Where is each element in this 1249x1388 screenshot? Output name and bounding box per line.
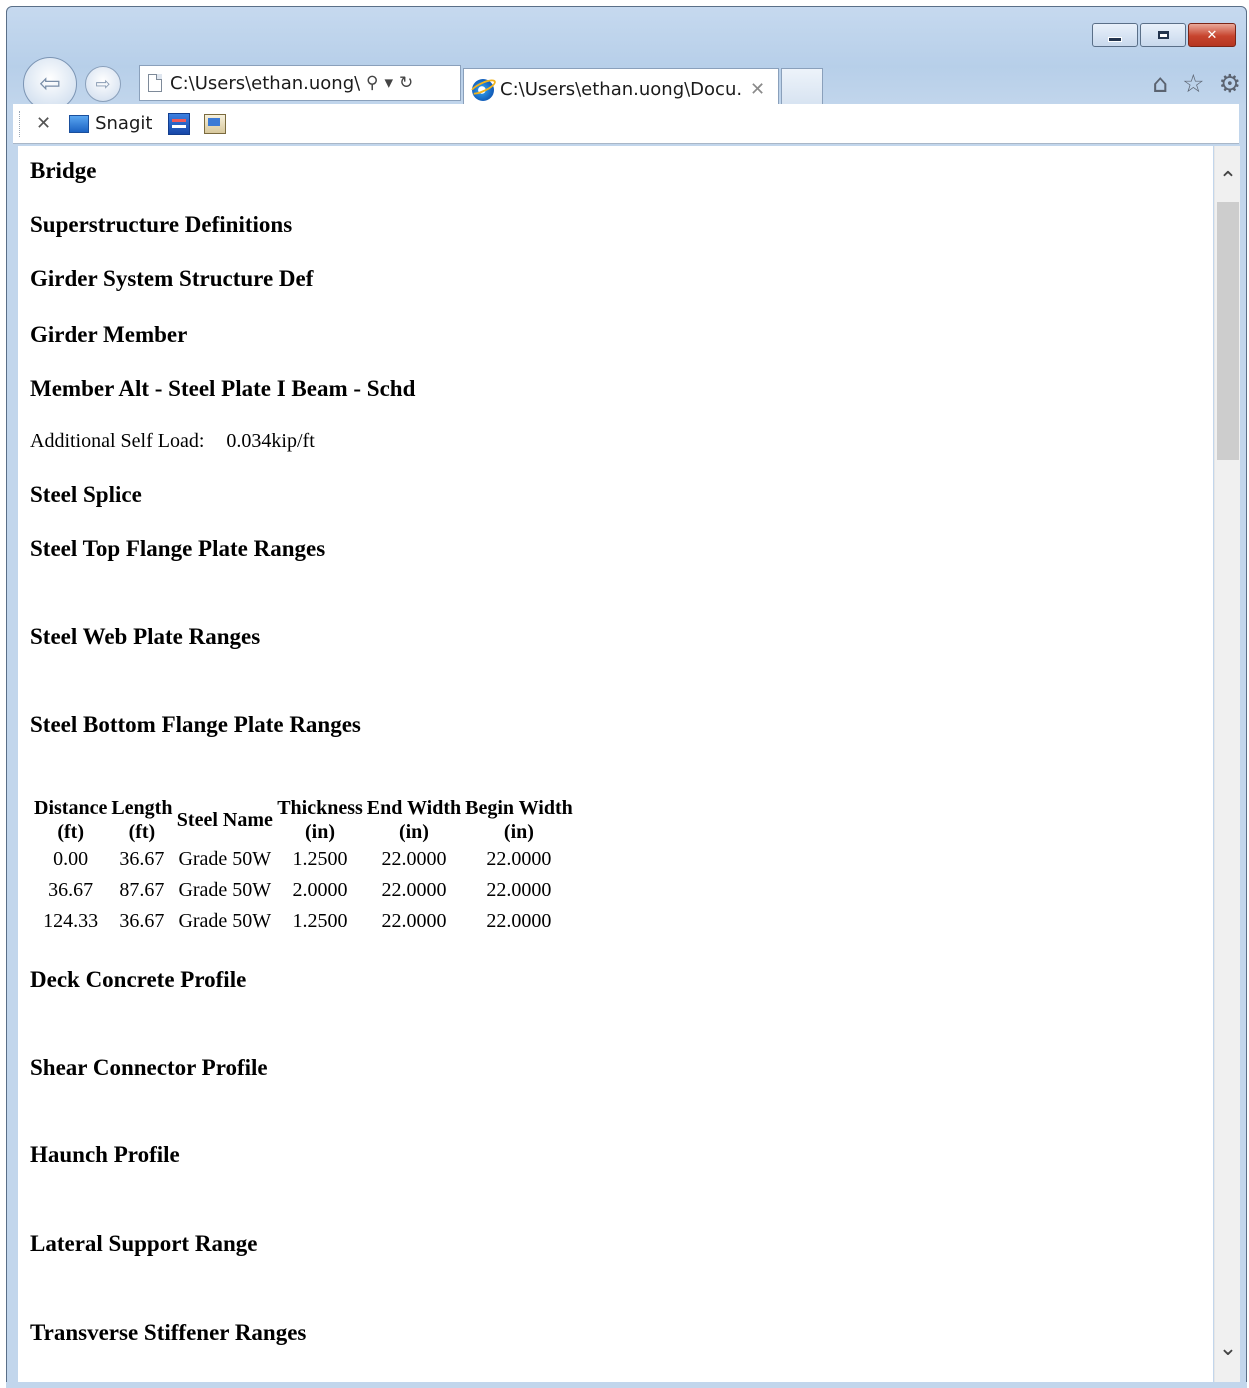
table-cell: 22.0000 <box>486 879 552 901</box>
tab-close-icon[interactable]: ✕ <box>750 79 765 100</box>
table-cell: 22.0000 <box>381 848 447 870</box>
table-cell: 124.33 <box>43 910 99 932</box>
minimize-button[interactable] <box>1092 23 1138 47</box>
browser-toolbar-icons: ⌂ ☆ ⚙ <box>1152 69 1241 98</box>
table-cell: 22.0000 <box>486 910 552 932</box>
table-cell: Grade 50W <box>178 879 272 901</box>
table-cell: 1.2500 <box>292 848 348 870</box>
heading-lateral-support: Lateral Support Range <box>30 1231 258 1256</box>
address-text[interactable]: C:\Users\ethan.uong\I <box>170 73 360 94</box>
table-cell: 36.67 <box>119 848 165 870</box>
heading-member-alt: Member Alt - Steel Plate I Beam - Schd <box>30 376 416 401</box>
refresh-icon[interactable]: ↻ <box>399 73 413 93</box>
vertical-scrollbar[interactable]: ⌃ ⌄ <box>1214 146 1240 1382</box>
command-bar: ✕ Snagit <box>13 104 1239 144</box>
self-load-row: Additional Self Load: 0.034kip/ft <box>30 430 315 453</box>
table-row: 0.00 36.67 Grade 50W 1.2500 22.0000 22.0… <box>32 844 575 875</box>
table-cell: 0.00 <box>53 848 89 870</box>
scrollbar-thumb[interactable] <box>1217 202 1239 460</box>
ie-icon <box>472 78 494 101</box>
star-icon[interactable]: ☆ <box>1182 69 1204 98</box>
heading-shear-connector: Shear Connector Profile <box>30 1055 268 1080</box>
column-header: Thickness (in) <box>277 797 363 843</box>
column-header: Length (ft) <box>111 797 173 843</box>
table-cell: 1.2500 <box>292 910 348 932</box>
heading-bottom-flange: Steel Bottom Flange Plate Ranges <box>30 712 361 737</box>
snagit-editor-icon[interactable] <box>204 113 227 134</box>
scroll-down-icon[interactable]: ⌄ <box>1215 1328 1241 1368</box>
table-cell: 22.0000 <box>381 879 447 901</box>
home-icon[interactable]: ⌂ <box>1152 69 1168 98</box>
column-header: Steel Name <box>176 809 273 831</box>
bottom-flange-table: Distance (ft) Length (ft) Steel Name Thick… <box>32 796 575 937</box>
heading-deck-concrete: Deck Concrete Profile <box>30 967 247 992</box>
table-cell: Grade 50W <box>178 910 272 932</box>
restore-button[interactable] <box>1140 23 1186 47</box>
page-icon <box>148 74 162 92</box>
dropdown-icon[interactable]: ▾ <box>384 73 393 93</box>
toolbar-grip[interactable] <box>19 110 22 137</box>
window-controls: ✕ <box>1092 23 1236 47</box>
table-row: 124.33 36.67 Grade 50W 1.2500 22.0000 22… <box>32 906 575 937</box>
heading-steel-splice: Steel Splice <box>30 482 142 507</box>
table-header-row: Distance (ft) Length (ft) Steel Name Thick… <box>32 796 575 844</box>
column-header: Begin Width (in) <box>465 797 573 843</box>
heading-top-flange: Steel Top Flange Plate Ranges <box>30 536 326 561</box>
heading-web-plate: Steel Web Plate Ranges <box>30 624 261 649</box>
table-row: 36.67 87.67 Grade 50W 2.0000 22.0000 22.… <box>32 875 575 906</box>
close-icon: ✕ <box>1206 27 1218 43</box>
restore-icon <box>1157 31 1169 39</box>
gear-icon[interactable]: ⚙ <box>1219 69 1241 98</box>
self-load-value: 0.034kip/ft <box>226 430 315 452</box>
heading-haunch: Haunch Profile <box>30 1142 180 1167</box>
table-cell: Grade 50W <box>178 848 272 870</box>
snagit-icon[interactable] <box>69 114 90 133</box>
table-cell: 22.0000 <box>486 848 552 870</box>
heading-girder-system: Girder System Structure Def <box>30 266 314 291</box>
self-load-label: Additional Self Load: <box>30 430 205 452</box>
tab-title: C:\Users\ethan.uong\Docu... <box>500 79 744 100</box>
page-viewport: Bridge Superstructure Definitions Girder… <box>18 146 1213 1382</box>
scroll-up-icon[interactable]: ⌃ <box>1215 160 1241 200</box>
back-button[interactable]: ⇦ <box>23 57 77 111</box>
heading-superstructure: Superstructure Definitions <box>30 212 293 237</box>
column-header: Distance (ft) <box>34 797 108 843</box>
forward-button[interactable]: ⇨ <box>85 66 121 102</box>
close-toolbar-icon[interactable]: ✕ <box>36 113 51 134</box>
heading-bridge: Bridge <box>30 158 97 183</box>
snagit-capture-icon[interactable] <box>168 112 191 135</box>
close-button[interactable]: ✕ <box>1188 23 1236 47</box>
table-cell: 36.67 <box>48 879 94 901</box>
table-cell: 2.0000 <box>292 879 348 901</box>
table-cell: 87.67 <box>119 879 165 901</box>
snagit-button[interactable]: Snagit <box>95 113 152 134</box>
table-cell: 36.67 <box>119 910 165 932</box>
window-bottom-border <box>6 1382 1247 1388</box>
forward-arrow-icon: ⇨ <box>95 73 111 95</box>
minimize-icon <box>1108 36 1122 42</box>
heading-transverse-stiffener: Transverse Stiffener Ranges <box>30 1320 307 1345</box>
column-header: End Width (in) <box>366 797 462 843</box>
heading-girder-member: Girder Member <box>30 322 188 347</box>
address-bar[interactable]: C:\Users\ethan.uong\I ⚲ ▾ ↻ <box>139 65 461 101</box>
navigation-bar: ⇦ ⇨ C:\Users\ethan.uong\I ⚲ ▾ ↻ C:\Users… <box>21 57 1241 111</box>
search-icon[interactable]: ⚲ <box>366 73 378 93</box>
table-cell: 22.0000 <box>381 910 447 932</box>
back-arrow-icon: ⇦ <box>39 69 61 99</box>
